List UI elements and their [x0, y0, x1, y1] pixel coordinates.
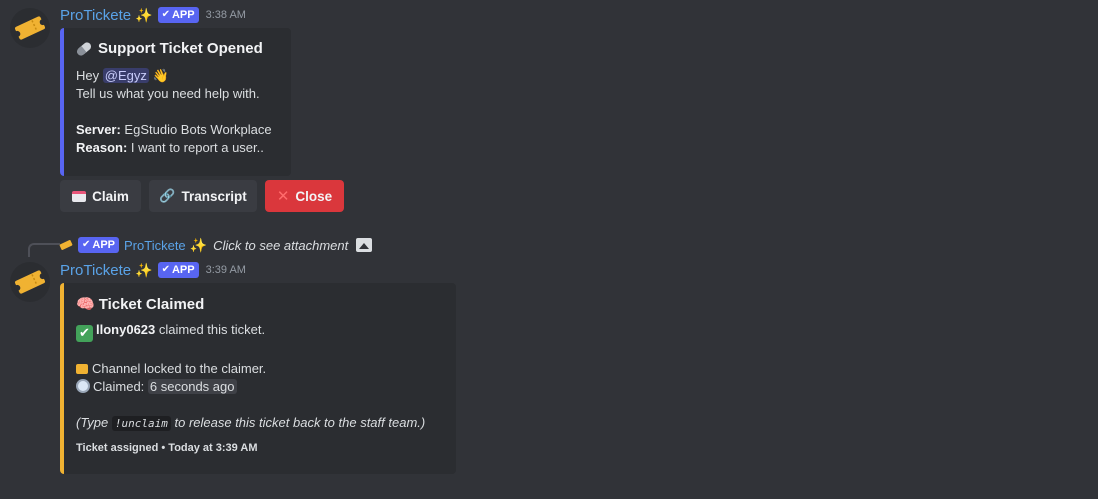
username[interactable]: ProTickete [60, 7, 131, 24]
wave-icon: 👋 [152, 68, 169, 83]
close-button[interactable]: ✕ Close [265, 180, 344, 212]
reason-line: Reason: I want to report a user.. [76, 140, 264, 155]
lock-icon [76, 363, 88, 374]
claim-button[interactable]: Claim [60, 180, 141, 212]
embed-footer: Ticket assigned • Today at 3:39 AM [76, 441, 258, 454]
sparkles-icon: ✨ [135, 261, 153, 278]
pill-icon [75, 40, 93, 57]
app-badge: ✔ APP [157, 7, 199, 23]
timestamp[interactable]: 3:38 AM [206, 9, 246, 21]
help-line: Tell us what you need help with. [76, 86, 260, 101]
app-badge: ✔ APP [78, 237, 120, 253]
bot-avatar[interactable] [10, 8, 50, 48]
username[interactable]: ProTickete [60, 262, 131, 279]
app-badge: ✔ APP [157, 262, 199, 278]
ticket-icon [14, 270, 46, 294]
unclaim-command: !unclaim [111, 415, 171, 431]
greeting-line: Hey @Egyz 👋 [76, 68, 169, 83]
bot-avatar[interactable] [10, 262, 50, 302]
x-icon: ✕ [276, 188, 290, 205]
embed-ticket-opened: Support Ticket Opened Hey @Egyz 👋 Tell u… [60, 28, 291, 176]
unclaim-note: (Type !unclaim to release this ticket ba… [76, 414, 426, 431]
reply-text[interactable]: Click to see attachment [213, 238, 348, 253]
ticket-icon [14, 16, 46, 40]
link-icon: 🔗 [159, 188, 176, 203]
locked-line: Channel locked to the claimer. [76, 360, 444, 378]
message-header: ProTickete ✨ ✔ APP 3:38 AM [60, 5, 246, 25]
brain-icon: 🧠 [76, 296, 95, 313]
claimer-name: llony0623 [96, 322, 156, 337]
ticket-mini-icon [59, 239, 73, 251]
relative-timestamp[interactable]: 6 seconds ago [147, 378, 237, 394]
image-icon [356, 238, 373, 252]
reply-connector [28, 243, 60, 257]
checkmark-icon: ✔ [76, 324, 93, 342]
message-header: ProTickete ✨ ✔ APP 3:39 AM [60, 260, 246, 280]
claimed-time-line: Claimed: 6 seconds ago [76, 378, 444, 396]
embed-title: 🧠 Ticket Claimed [76, 295, 205, 314]
server-line: Server: EgStudio Bots Workplace [76, 122, 272, 137]
mailbox-icon [72, 190, 87, 202]
clock-icon [76, 378, 90, 393]
claimer-line: ✔ llony0623 claimed this ticket. [76, 321, 444, 342]
sparkles-icon: ✨ [135, 6, 153, 23]
user-mention[interactable]: @Egyz [102, 68, 149, 83]
embed-title: Support Ticket Opened [75, 40, 279, 57]
timestamp[interactable]: 3:39 AM [206, 264, 246, 276]
embed-ticket-claimed: 🧠 Ticket Claimed ✔ llony0623 claimed this… [60, 283, 456, 474]
sparkles-icon: ✨ [189, 236, 208, 253]
reply-preview[interactable]: ✔ APP ProTickete ✨ Click to see attachmen… [59, 235, 373, 255]
transcript-button[interactable]: 🔗 Transcript [149, 180, 257, 212]
reply-username[interactable]: ProTickete [124, 238, 186, 253]
